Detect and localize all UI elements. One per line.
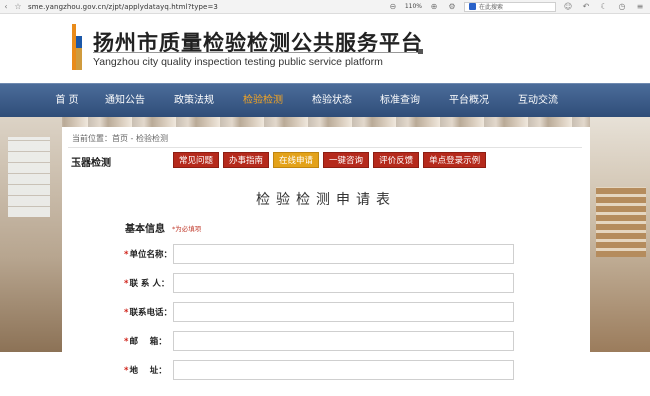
breadcrumb-divider	[68, 147, 582, 148]
company-label-text: 单位名称：	[129, 250, 172, 260]
phone-input[interactable]	[173, 302, 514, 322]
tab-feedback[interactable]: 评价反馈	[373, 152, 420, 168]
phone-label: *联系电话：	[124, 306, 172, 318]
required-star: *	[124, 279, 129, 289]
history-icon[interactable]: ↶	[580, 2, 592, 11]
extension-icon[interactable]: ⚙	[446, 2, 458, 11]
required-star: *	[124, 337, 129, 347]
menu-icon[interactable]: ≡	[634, 2, 646, 11]
search-placeholder: 在此搜索	[479, 4, 504, 11]
title-divider	[93, 52, 418, 53]
address-bar[interactable]: sme.yangzhou.gov.cn/zjpt/applydatayq.htm…	[28, 3, 387, 11]
nav-item-policies[interactable]: 政策法规	[160, 84, 228, 118]
email-label: *邮 箱：	[124, 335, 172, 347]
tab-faq[interactable]: 常见问题	[173, 152, 220, 168]
nav-item-notices[interactable]: 通知公告	[90, 84, 160, 118]
company-name-input[interactable]	[173, 244, 514, 264]
form-row-email: *邮 箱：	[124, 331, 579, 351]
tab-online-apply[interactable]: 在线申请	[273, 152, 320, 168]
contact-person-input[interactable]	[173, 273, 514, 293]
zoom-level: 110%	[404, 3, 422, 10]
login-icon[interactable]: ☺	[562, 2, 574, 11]
logo-bar-gold	[76, 48, 82, 70]
site-logo[interactable]	[72, 24, 84, 70]
phone-label-text: 联系电话：	[129, 308, 172, 318]
search-engine-icon	[469, 3, 476, 10]
required-star: *	[124, 250, 129, 260]
nav-item-home[interactable]: 首 页	[44, 84, 90, 118]
address-input[interactable]	[173, 360, 514, 380]
section-title: 玉器检测	[71, 158, 111, 169]
tab-consult[interactable]: 一键咨询	[323, 152, 370, 168]
shelf-graphic	[596, 187, 646, 257]
required-star: *	[124, 308, 129, 318]
required-star: *	[124, 366, 129, 376]
tab-guide[interactable]: 办事指南	[223, 152, 270, 168]
address-label-text: 地 址：	[129, 366, 167, 376]
form-title: 检验检测申请表	[256, 192, 396, 208]
page-zoom-icon[interactable]: ⊖	[387, 2, 399, 11]
back-icon[interactable]: ‹	[0, 2, 12, 11]
breadcrumb: 当前位置：首页 - 检验检测	[72, 134, 168, 143]
form-row-phone: *联系电话：	[124, 302, 579, 322]
zoom-in-icon[interactable]: ⊕	[428, 2, 440, 11]
nav-item-inspection[interactable]: 检验检测	[228, 84, 298, 118]
title-divider-dot	[418, 49, 423, 54]
site-header: 扬州市质量检验检测公共服务平台 Yangzhou city quality in…	[0, 14, 650, 83]
browser-search-box[interactable]: 在此搜索	[464, 1, 556, 12]
site-subtitle: Yangzhou city quality inspection testing…	[93, 56, 383, 68]
form-row-company: *单位名称：	[124, 244, 579, 264]
address-label: *地 址：	[124, 364, 172, 376]
background-left-photo	[0, 117, 62, 352]
clock-icon[interactable]: ◷	[616, 2, 628, 11]
contact-label-text: 联 系 人：	[129, 279, 170, 289]
basic-info-heading: 基本信息	[125, 224, 165, 235]
nav-item-status[interactable]: 检验状态	[298, 84, 366, 118]
company-label: *单位名称：	[124, 248, 172, 260]
nav-item-overview[interactable]: 平台概况	[434, 84, 504, 118]
bookmark-star-icon[interactable]: ☆	[12, 2, 24, 11]
form-row-address: *地 址：	[124, 360, 579, 380]
night-mode-icon[interactable]: ☾	[598, 2, 610, 11]
required-note: *为必填项	[172, 225, 202, 233]
content-panel: 当前位置：首页 - 检验检测 玉器检测 常见问题 办事指南 在线申请 一键咨询 …	[62, 127, 590, 396]
window-graphic	[8, 137, 50, 217]
main-nav: 首 页 通知公告 政策法规 检验检测 检验状态 标准查询 平台概况 互动交流	[0, 83, 650, 117]
nav-item-standards[interactable]: 标准查询	[366, 84, 434, 118]
contact-label: *联 系 人：	[124, 277, 172, 289]
background-right-photo	[590, 117, 650, 352]
form-row-contact: *联 系 人：	[124, 273, 579, 293]
email-label-text: 邮 箱：	[129, 337, 167, 347]
sub-tabs: 常见问题 办事指南 在线申请 一键咨询 评价反馈 单点登录示例	[173, 152, 487, 168]
nav-item-interaction[interactable]: 互动交流	[504, 84, 572, 118]
browser-toolbar: ‹ ☆ sme.yangzhou.gov.cn/zjpt/applydatayq…	[0, 0, 650, 14]
tab-sso-demo[interactable]: 单点登录示例	[423, 152, 487, 168]
email-input[interactable]	[173, 331, 514, 351]
